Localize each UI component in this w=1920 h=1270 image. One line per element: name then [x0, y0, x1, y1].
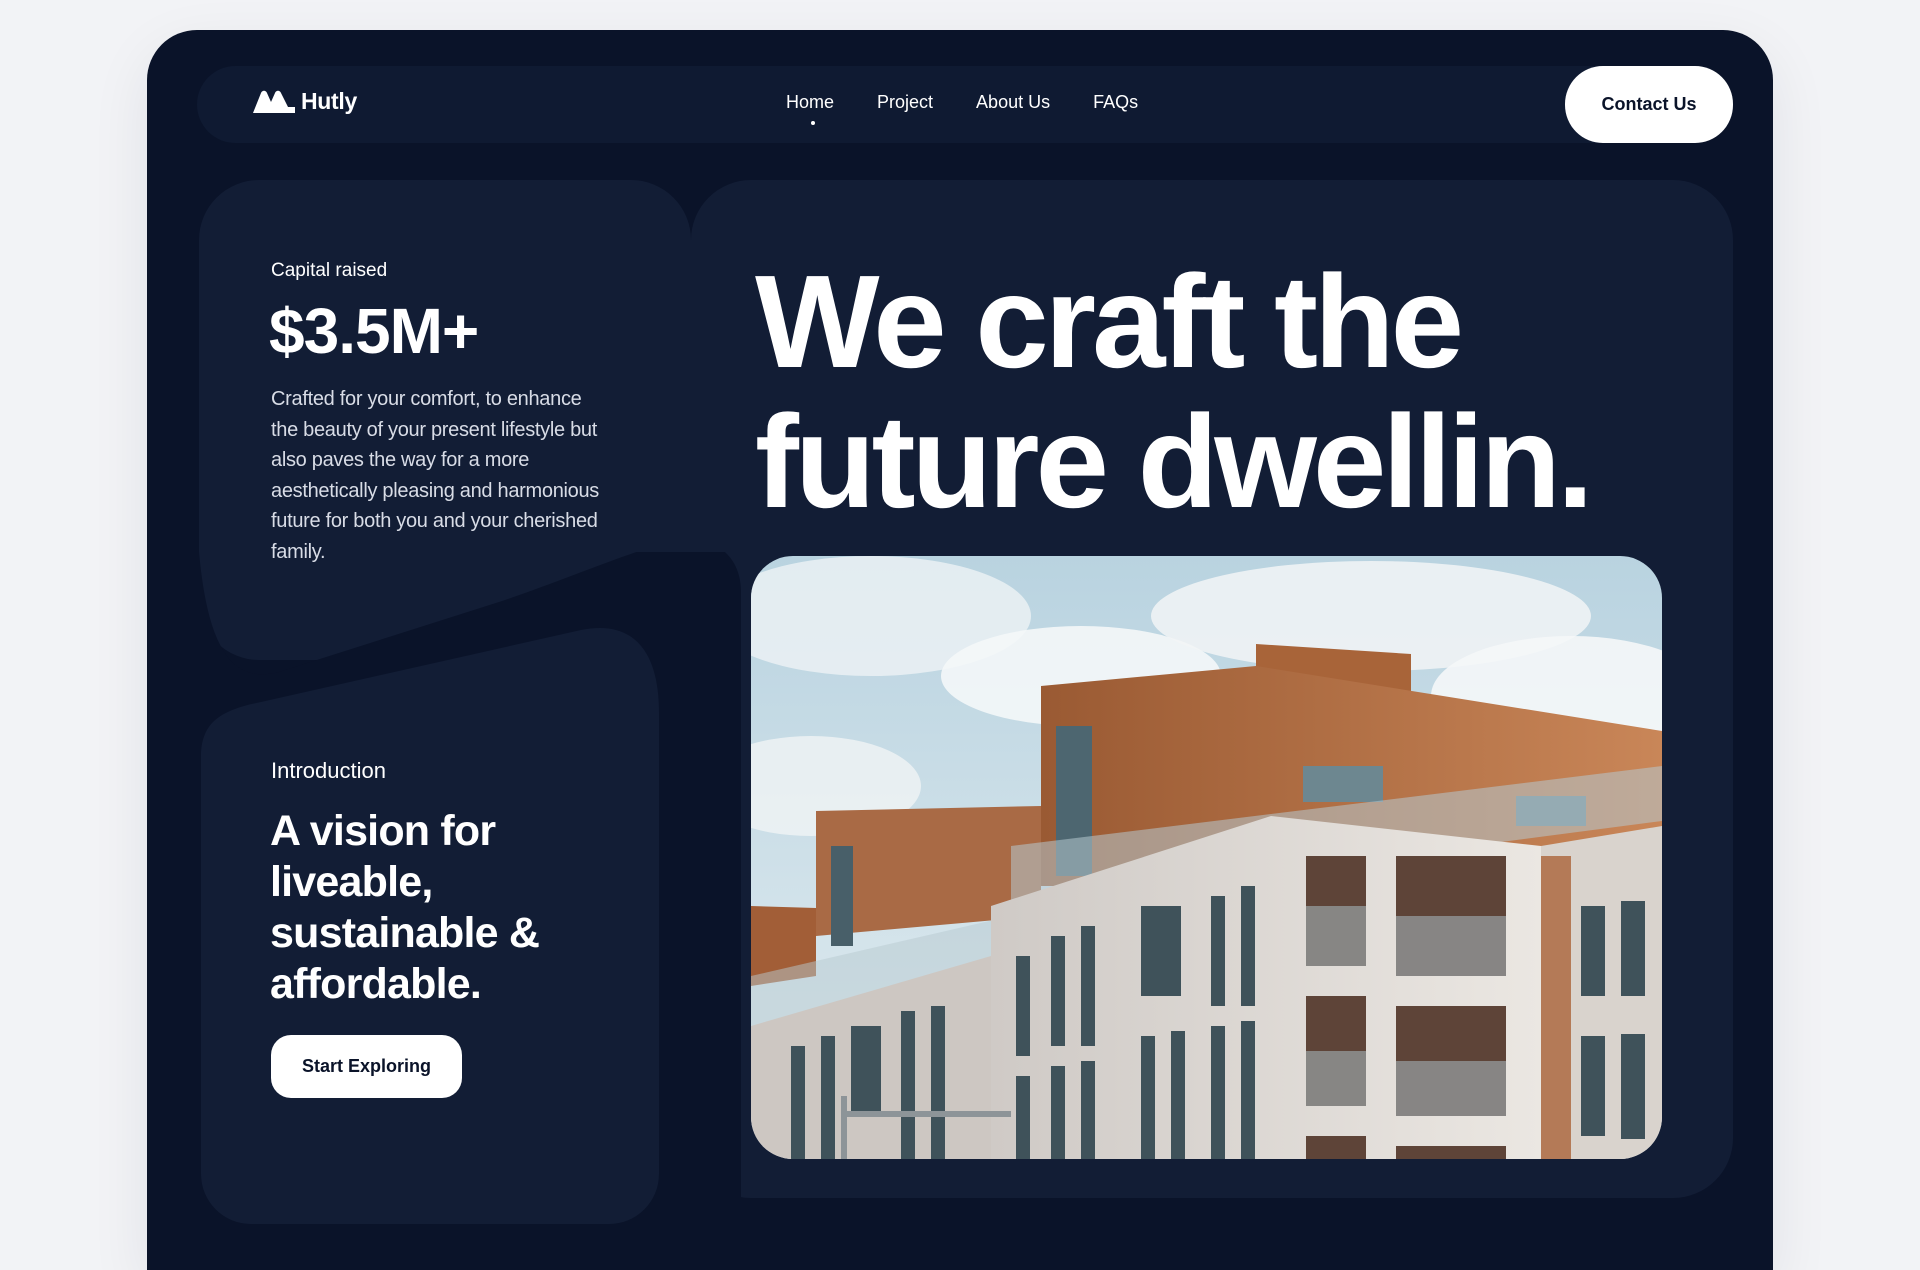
nav-item-faqs[interactable]: FAQs: [1093, 92, 1138, 113]
brand-logo[interactable]: Hutly: [252, 88, 357, 115]
capital-raised-label: Capital raised: [271, 260, 388, 281]
hero-headline: We craft the future dwellin.: [755, 248, 1594, 535]
contact-us-button[interactable]: Contact Us: [1565, 66, 1733, 143]
top-navbar: Hutly Home Project About Us FAQs Contact…: [197, 66, 1733, 143]
nav-item-project[interactable]: Project: [877, 92, 933, 113]
start-exploring-button[interactable]: Start Exploring: [271, 1035, 462, 1098]
intro-label: Introduction: [271, 758, 386, 783]
nav-item-about-us[interactable]: About Us: [976, 92, 1050, 113]
hutly-logo-icon: [253, 90, 295, 113]
building-photo: [751, 556, 1662, 1159]
nav-item-home[interactable]: Home: [786, 92, 834, 113]
stats-description: Crafted for your comfort, to enhance the…: [271, 388, 600, 563]
page-frame: Hutly Home Project About Us FAQs Contact…: [147, 30, 1773, 1270]
main-menu: Home Project About Us FAQs: [786, 92, 1181, 113]
brand-name: Hutly: [301, 88, 358, 114]
capital-raised-value: $3.5M+: [269, 295, 479, 367]
intro-title: A vision for liveable, sustainable & aff…: [270, 807, 540, 1008]
